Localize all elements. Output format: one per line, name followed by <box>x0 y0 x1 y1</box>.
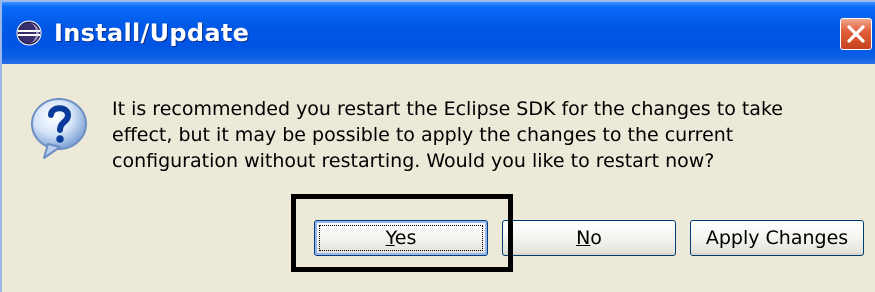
close-button[interactable] <box>840 18 872 50</box>
message-line: effect, but it may be possible to apply … <box>112 124 734 146</box>
title-bar[interactable]: Install/Update <box>2 2 875 64</box>
eclipse-icon <box>16 20 42 46</box>
apply-changes-button[interactable]: Apply Changes <box>690 220 864 256</box>
no-label-rest: o <box>590 227 602 249</box>
no-button[interactable]: No <box>502 220 676 256</box>
message-line: It is recommended you restart the Eclips… <box>112 98 783 120</box>
dialog-message: It is recommended you restart the Eclips… <box>112 96 862 174</box>
no-mnemonic: N <box>576 227 591 249</box>
window-title: Install/Update <box>54 19 250 47</box>
close-icon <box>847 25 865 43</box>
highlight-box <box>291 194 513 272</box>
question-icon <box>24 92 94 162</box>
message-line: configuration without restarting. Would … <box>112 150 715 172</box>
